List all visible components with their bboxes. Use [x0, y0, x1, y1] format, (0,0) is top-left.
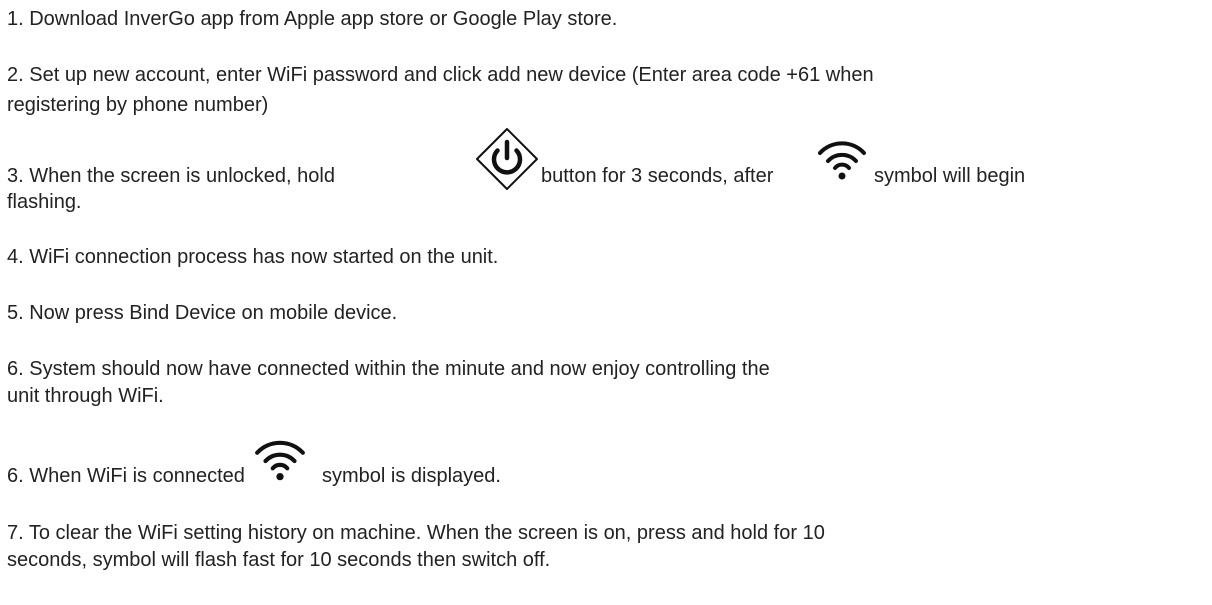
- step-4: 4. WiFi connection process has now start…: [7, 246, 499, 268]
- step-7-line-1: 7. To clear the WiFi setting history on …: [7, 522, 825, 544]
- step-3-line-2: flashing.: [7, 191, 82, 213]
- step-6b-text-1: 6. When WiFi is connected: [7, 465, 245, 487]
- step-6b-text-2: symbol is displayed.: [322, 465, 501, 487]
- wifi-setup-instructions: 1. Download InverGo app from Apple app s…: [0, 0, 1212, 605]
- step-6a-line-1: 6. System should now have connected with…: [7, 358, 770, 380]
- wifi-icon: [818, 141, 866, 180]
- step-7-line-2: seconds, symbol will flash fast for 10 s…: [7, 549, 551, 571]
- step-1: 1. Download InverGo app from Apple app s…: [7, 8, 618, 30]
- step-6a-line-2: unit through WiFi.: [7, 385, 164, 407]
- step-3-text-2: button for 3 seconds, after: [541, 165, 774, 187]
- power-button-icon: [476, 128, 538, 190]
- step-3-text-3: symbol will begin: [874, 165, 1026, 187]
- step-5: 5. Now press Bind Device on mobile devic…: [7, 302, 398, 324]
- step-2-line-2: registering by phone number): [7, 94, 269, 116]
- step-2-line-1: 2. Set up new account, enter WiFi passwo…: [7, 64, 874, 86]
- wifi-icon: [255, 440, 305, 481]
